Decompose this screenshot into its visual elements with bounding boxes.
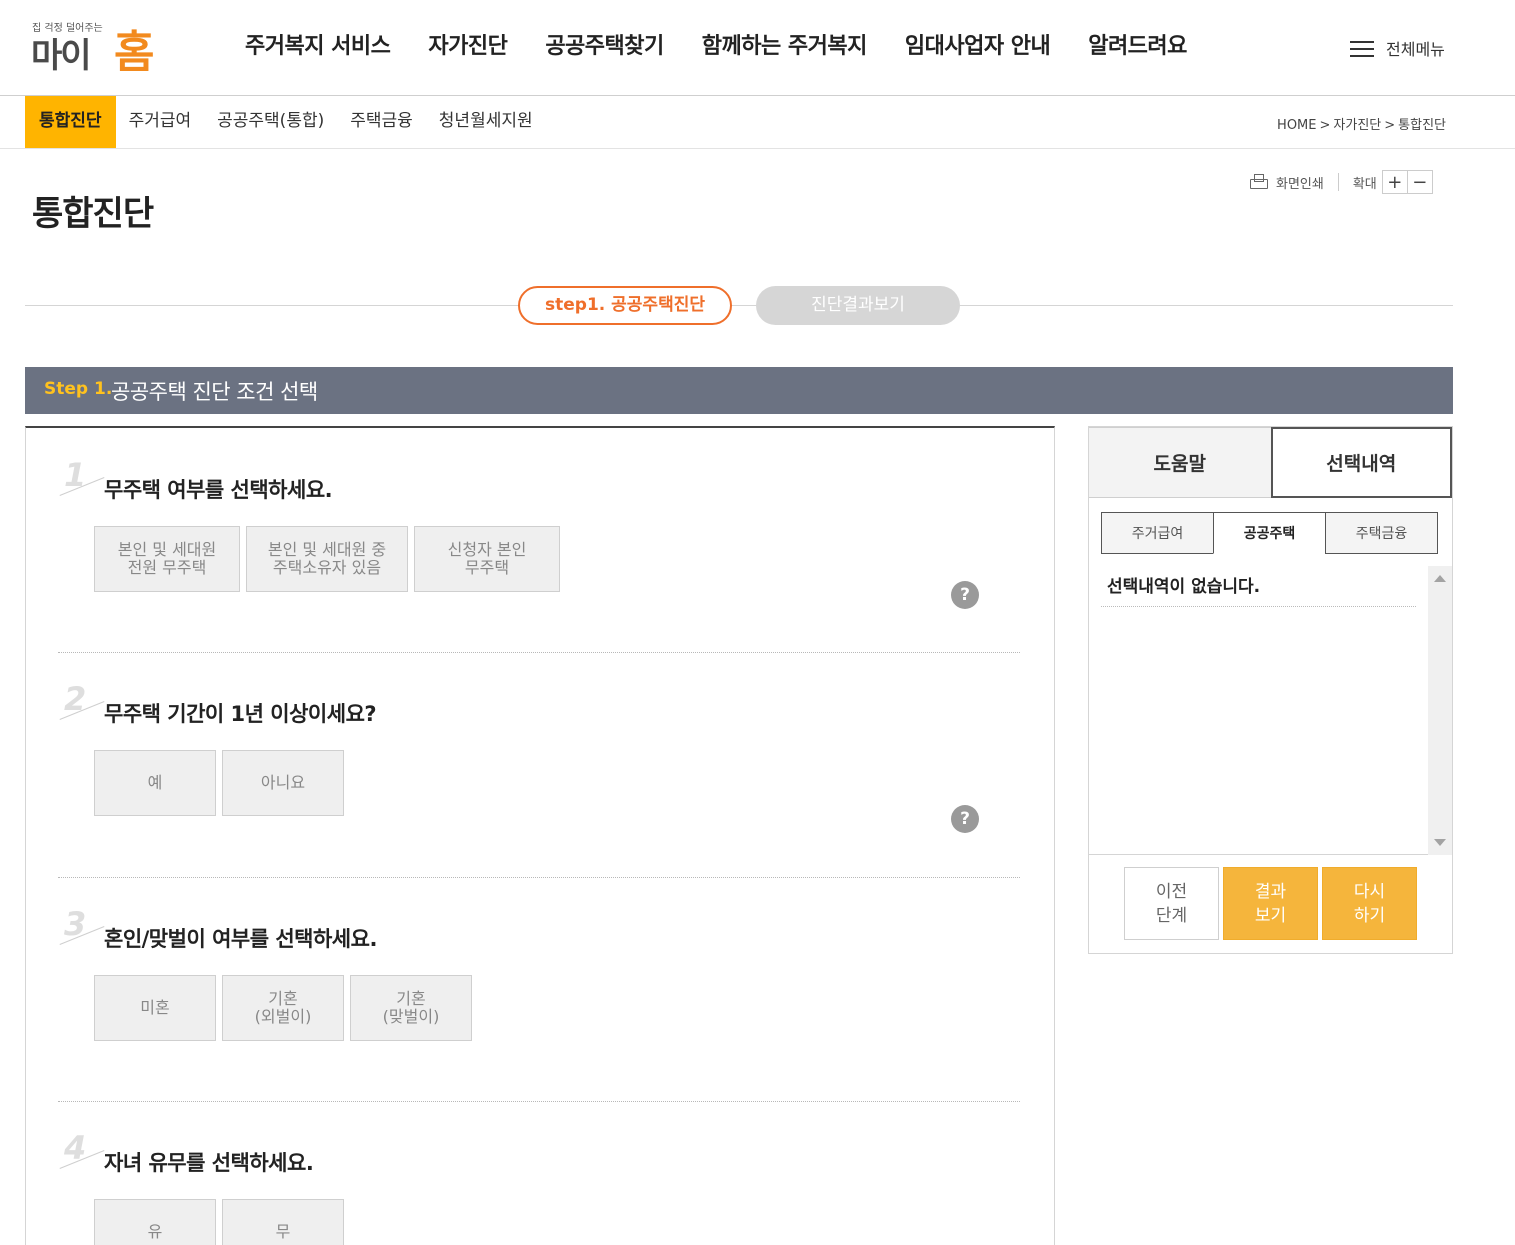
subtab-public-housing[interactable]: 공공주택 <box>1213 512 1326 554</box>
step-indicator-active: step1. 공공주택진단 <box>518 286 732 325</box>
gnb-item-public-housing[interactable]: 공공주택찾기 <box>545 28 664 60</box>
step-bar-label: Step 1. <box>44 379 113 399</box>
question-text: 자녀 유무를 선택하세요. <box>104 1151 314 1175</box>
option-yes[interactable]: 예 <box>94 750 216 816</box>
site-logo[interactable]: 집 걱정 덜어주는 마이 홈 <box>30 16 160 78</box>
empty-selection-text: 선택내역이 없습니다. <box>1107 577 1261 597</box>
all-menu-button[interactable]: 전체메뉴 <box>1350 36 1445 60</box>
breadcrumb-current: 통합진단 <box>1398 118 1446 133</box>
step-bar-title: 공공주택 진단 조건 선택 <box>111 380 318 404</box>
breadcrumb-home[interactable]: HOME <box>1277 118 1316 133</box>
question-divider <box>58 1101 1020 1102</box>
gnb-item-landlord[interactable]: 임대사업자 안내 <box>905 28 1051 60</box>
page-title: 통합진단 <box>32 194 154 234</box>
scroll-up-icon[interactable] <box>1434 575 1446 582</box>
zoom-label: 확대 <box>1352 176 1377 192</box>
subtab-housing-benefit[interactable]: 주거급여 <box>1101 512 1214 554</box>
help-icon[interactable]: ? <box>951 805 979 833</box>
question-text: 혼인/맞벌이 여부를 선택하세요. <box>104 927 377 951</box>
gnb-item-self-diagnosis[interactable]: 자가진단 <box>428 28 508 60</box>
gnb-item-housing-welfare[interactable]: 주거복지 서비스 <box>245 28 391 60</box>
option-all-no-house[interactable]: 본인 및 세대원 전원 무주택 <box>94 526 240 592</box>
page-tools: 화면인쇄 확대 + − <box>1250 170 1433 194</box>
retry-button[interactable]: 다시 하기 <box>1322 867 1417 940</box>
hamburger-icon <box>1350 39 1374 57</box>
step-line <box>25 305 1453 306</box>
question-divider <box>58 877 1020 878</box>
breadcrumb-self-diagnosis[interactable]: 자가진단 <box>1333 118 1381 133</box>
option-single[interactable]: 미혼 <box>94 975 216 1041</box>
global-nav: 주거복지 서비스 자가진단 공공주택찾기 함께하는 주거복지 임대사업자 안내 … <box>245 28 1225 60</box>
option-has-children[interactable]: 유 <box>94 1199 216 1245</box>
selection-list: 선택내역이 없습니다. <box>1089 566 1452 855</box>
subnav-tab-youth-rent[interactable]: 청년월세지원 <box>426 96 546 148</box>
tab-help[interactable]: 도움말 <box>1089 427 1271 498</box>
gnb-item-notice[interactable]: 알려드려요 <box>1088 28 1187 60</box>
tab-selection-history[interactable]: 선택내역 <box>1270 427 1452 498</box>
view-result-button[interactable]: 결과 보기 <box>1223 867 1318 940</box>
scroll-down-icon[interactable] <box>1434 839 1446 846</box>
step-header-bar: Step 1. 공공주택 진단 조건 선택 <box>25 367 1453 414</box>
zoom-in-button[interactable]: + <box>1381 170 1408 194</box>
option-married-dual-income[interactable]: 기혼 (맞벌이) <box>350 975 472 1041</box>
logo-name-part2: 홈 <box>114 27 155 78</box>
subnav-tab-housing-benefit[interactable]: 주거급여 <box>116 96 205 148</box>
step-indicator-result: 진단결과보기 <box>756 286 960 325</box>
print-label[interactable]: 화면인쇄 <box>1276 173 1324 192</box>
option-no[interactable]: 아니요 <box>222 750 344 816</box>
option-no-children[interactable]: 무 <box>222 1199 344 1245</box>
subnav-tab-housing-finance[interactable]: 주택금융 <box>337 96 426 148</box>
question-divider <box>58 652 1020 653</box>
breadcrumb: HOME > 자가진단 > 통합진단 <box>1277 118 1446 133</box>
question-text: 무주택 여부를 선택하세요. <box>104 478 333 502</box>
logo-name-part1: 마이 <box>31 36 92 76</box>
zoom-out-button[interactable]: − <box>1406 170 1433 194</box>
print-icon[interactable] <box>1250 174 1268 190</box>
gnb-item-together[interactable]: 함께하는 주거복지 <box>702 28 868 60</box>
help-icon[interactable]: ? <box>951 581 979 609</box>
option-applicant-no-house[interactable]: 신청자 본인 무주택 <box>414 526 560 592</box>
option-member-owns-house[interactable]: 본인 및 세대원 중 주택소유자 있음 <box>246 526 408 592</box>
question-text: 무주택 기간이 1년 이상이세요? <box>104 702 377 726</box>
all-menu-label: 전체메뉴 <box>1386 40 1445 59</box>
subtab-housing-finance[interactable]: 주택금융 <box>1325 512 1438 554</box>
subnav-tab-integrated[interactable]: 통합진단 <box>25 96 116 148</box>
selection-divider <box>1101 606 1416 607</box>
subnav-tab-public-housing[interactable]: 공공주택(통합) <box>204 96 337 148</box>
site-header: 집 걱정 덜어주는 마이 홈 주거복지 서비스 자가진단 공공주택찾기 함께하는… <box>0 0 1515 96</box>
question-panel: 1 무주택 여부를 선택하세요. 본인 및 세대원 전원 무주택 본인 및 세대원… <box>25 426 1055 1245</box>
option-married-single-income[interactable]: 기혼 (외벌이) <box>222 975 344 1041</box>
tool-divider <box>1337 173 1339 191</box>
prev-step-button[interactable]: 이전 단계 <box>1124 867 1219 940</box>
sub-nav: 통합진단 주거급여 공공주택(통합) 주택금융 청년월세지원 HOME > 자가진단… <box>0 96 1515 149</box>
scrollbar[interactable] <box>1428 566 1452 855</box>
selection-panel: 도움말 선택내역 주거급여 공공주택 주택금융 선택내역이 없습니다. 이전 단계… <box>1088 426 1453 954</box>
